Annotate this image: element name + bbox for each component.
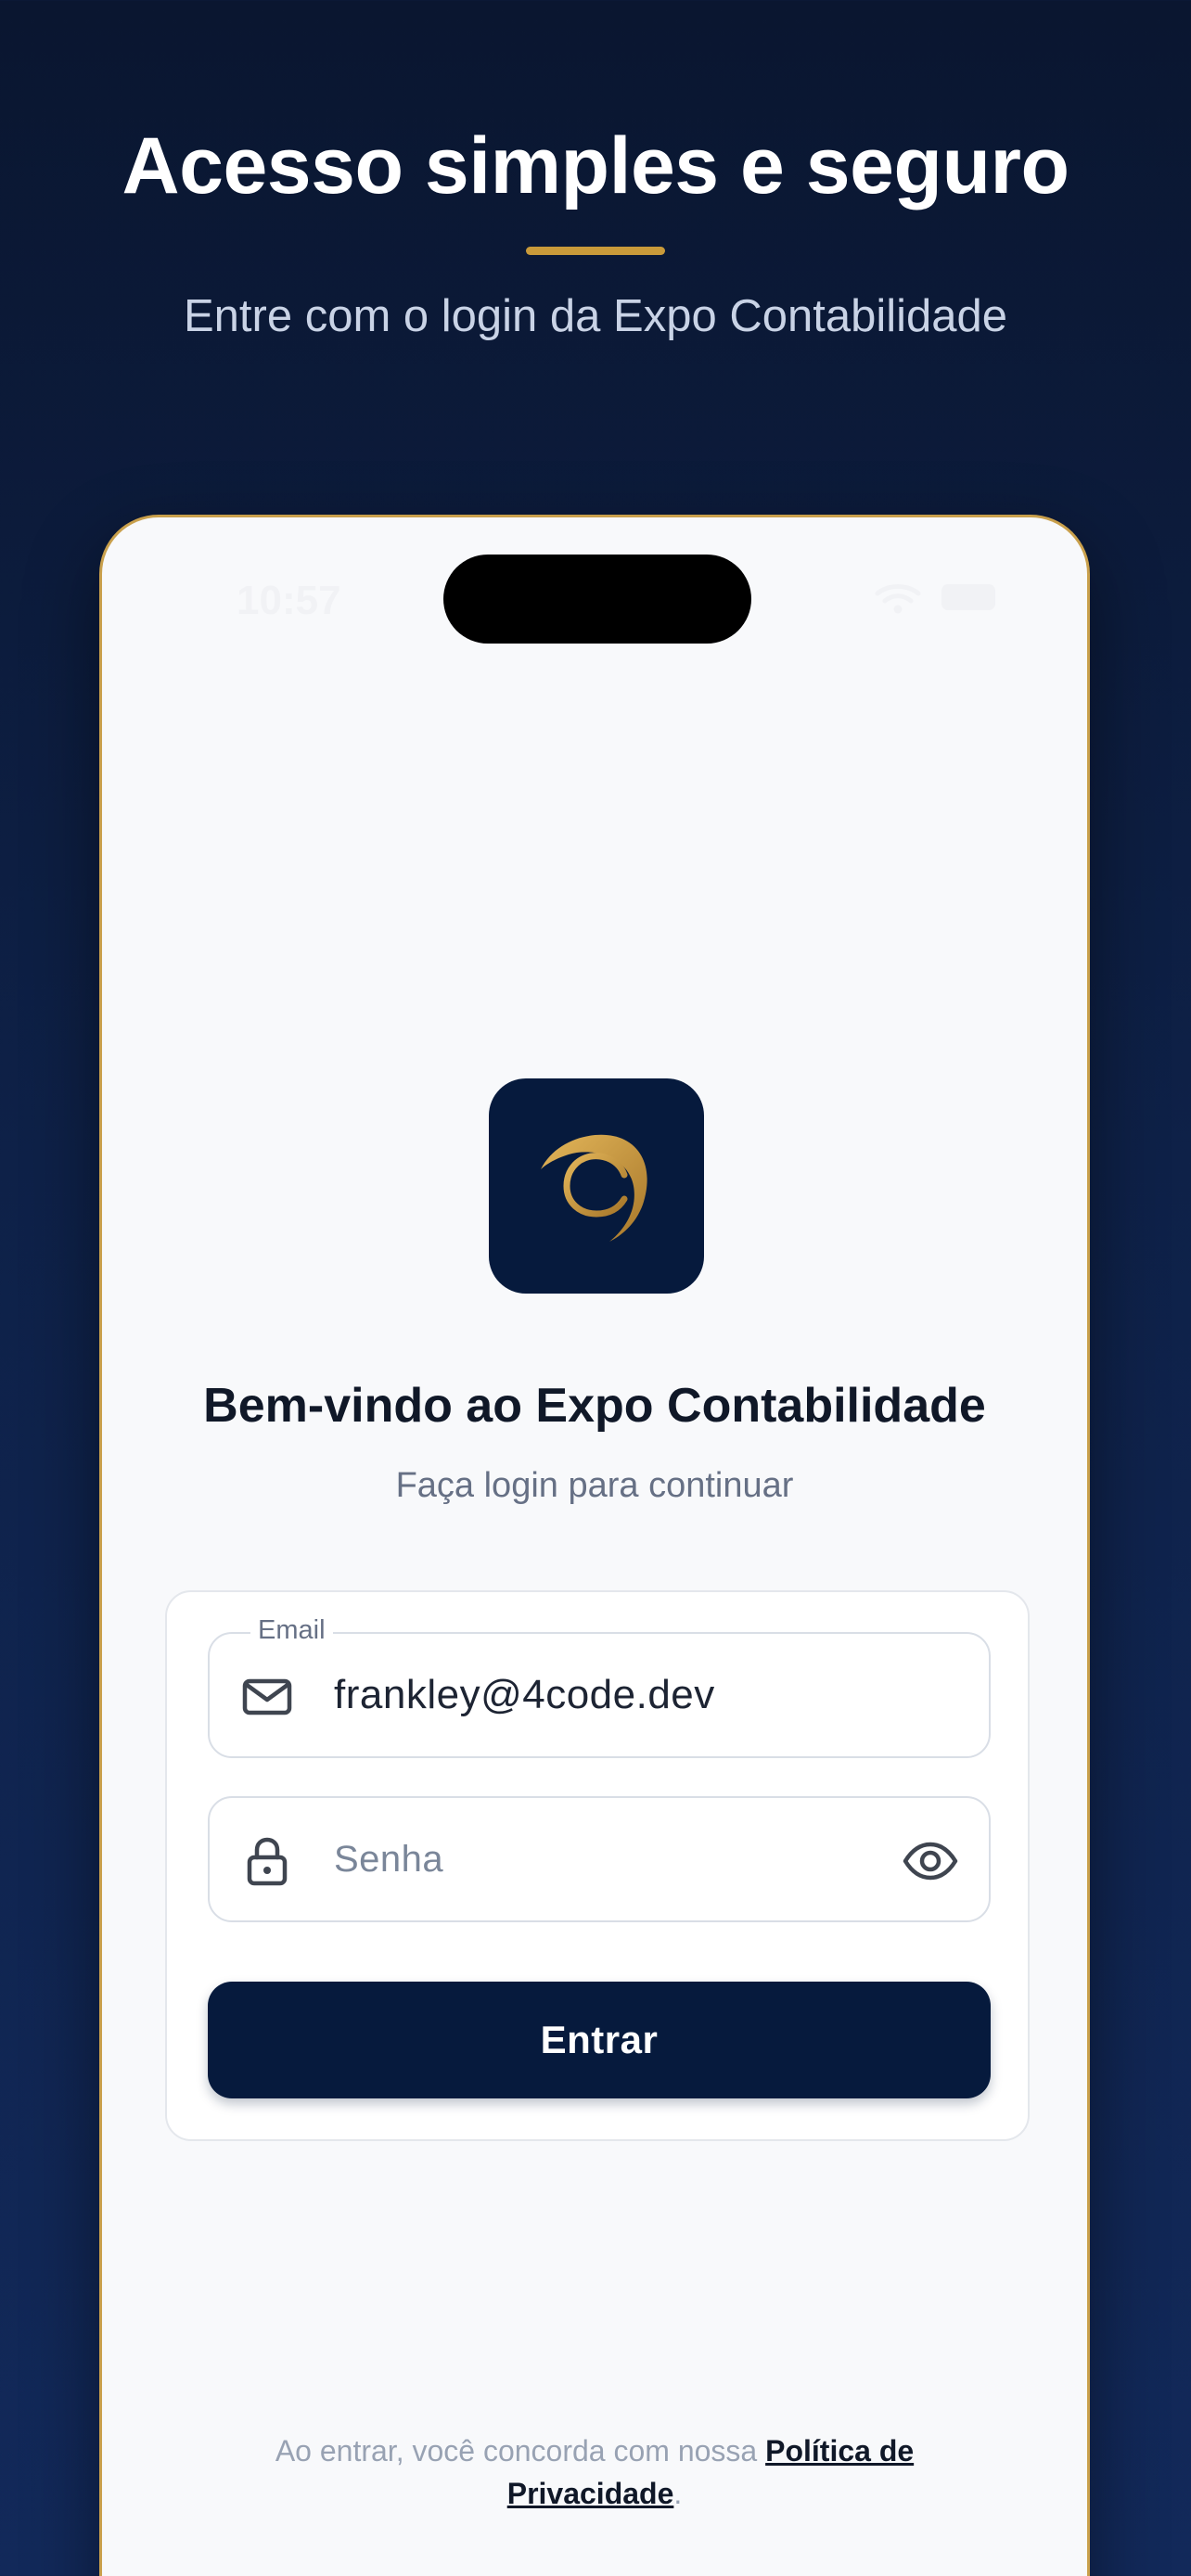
battery-icon bbox=[941, 584, 995, 610]
login-button[interactable]: Entrar bbox=[208, 1982, 991, 2098]
lock-icon bbox=[247, 1837, 288, 1886]
mail-icon bbox=[242, 1678, 292, 1715]
phone-mockup: 10:57 Bem-vindo ao Expo Contabilidade Fa… bbox=[99, 515, 1090, 2576]
email-value[interactable]: frankley@4code.dev bbox=[334, 1634, 715, 1756]
hero-underline bbox=[526, 247, 665, 255]
hero-title: Acesso simples e seguro bbox=[122, 121, 1069, 210]
password-field[interactable]: Senha bbox=[208, 1796, 991, 1922]
password-placeholder[interactable]: Senha bbox=[334, 1798, 443, 1920]
eye-icon[interactable] bbox=[902, 1832, 959, 1890]
status-time: 10:57 bbox=[237, 578, 341, 623]
wifi-icon bbox=[875, 584, 921, 614]
privacy-notice-suffix: . bbox=[673, 2477, 683, 2511]
login-card: Email frankley@4code.dev Senha Entrar bbox=[165, 1590, 1030, 2141]
expo-contabilidade-logo bbox=[489, 1078, 704, 1294]
dynamic-island bbox=[443, 555, 751, 644]
hero-subtitle: Entre com o login da Expo Contabilidade bbox=[183, 291, 1007, 341]
logo-mark-icon bbox=[541, 1134, 647, 1242]
welcome-title: Bem-vindo ao Expo Contabilidade bbox=[203, 1379, 986, 1433]
email-field[interactable]: Email frankley@4code.dev bbox=[208, 1613, 991, 1758]
welcome-subtitle: Faça login para continuar bbox=[395, 1466, 794, 1505]
email-label: Email bbox=[250, 1613, 333, 1649]
privacy-notice: Ao entrar, você concorda com nossa Polít… bbox=[204, 2429, 985, 2516]
privacy-notice-text: Ao entrar, você concorda com nossa bbox=[275, 2434, 758, 2468]
